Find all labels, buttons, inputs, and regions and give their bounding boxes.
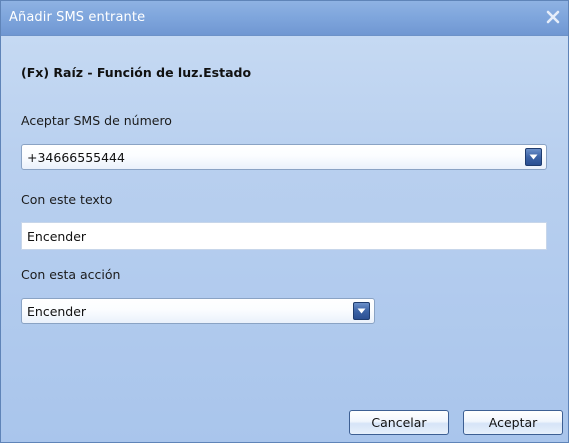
sms-text-field[interactable]: [21, 222, 547, 250]
sms-text-input[interactable]: [22, 223, 546, 249]
action-value: Encender: [27, 304, 87, 319]
phone-number-select[interactable]: +34666555444: [21, 144, 547, 170]
accept-sms-from-number-label: Aceptar SMS de número: [21, 113, 172, 128]
chevron-down-glyph: [357, 308, 366, 314]
add-incoming-sms-dialog: Añadir SMS entrante (Fx) Raíz - Función …: [0, 0, 569, 443]
accept-button[interactable]: Aceptar: [463, 410, 563, 435]
chevron-down-glyph: [529, 154, 538, 160]
chevron-down-icon[interactable]: [353, 302, 370, 320]
with-this-action-label: Con esta acción: [21, 267, 121, 282]
phone-number-value: +34666555444: [27, 150, 125, 165]
with-this-text-label: Con este texto: [21, 192, 113, 207]
function-state-title: (Fx) Raíz - Función de luz.Estado: [21, 65, 252, 80]
close-icon[interactable]: [542, 6, 564, 28]
action-select[interactable]: Encender: [21, 298, 375, 324]
close-icon-glyph: [546, 10, 560, 24]
dialog-title: Añadir SMS entrante: [9, 10, 146, 25]
chevron-down-icon[interactable]: [525, 148, 542, 166]
cancel-button[interactable]: Cancelar: [349, 410, 449, 435]
dialog-title-bar[interactable]: Añadir SMS entrante: [1, 1, 568, 36]
